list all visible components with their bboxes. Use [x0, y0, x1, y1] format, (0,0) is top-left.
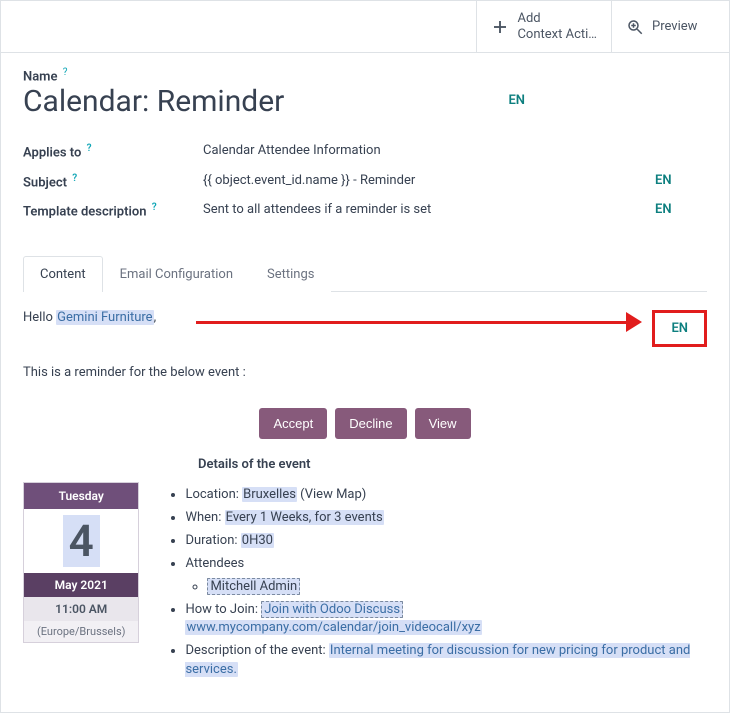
- preview-button[interactable]: Preview: [611, 1, 729, 52]
- event-details-list: Location: Bruxelles (View Map) When: Eve…: [167, 482, 707, 684]
- subject-value[interactable]: {{ object.event_id.name }} - Reminder: [203, 167, 647, 196]
- join-url[interactable]: www.mycompany.com/calendar/join_videocal…: [185, 620, 481, 635]
- reminder-text: This is a reminder for the below event :: [23, 365, 707, 380]
- subject-label: Subject: [23, 175, 67, 190]
- help-icon[interactable]: ?: [63, 67, 68, 78]
- annotation-arrow: [196, 310, 642, 336]
- add-context-action-button[interactable]: Add Context Acti…: [476, 1, 611, 52]
- tab-content[interactable]: Content: [23, 256, 103, 292]
- translate-body-button[interactable]: EN: [671, 321, 688, 336]
- details-of-event-heading: Details of the event: [198, 457, 707, 472]
- calendar-timezone: (Europe/Brussels): [24, 621, 138, 642]
- calendar-month-year: May 2021: [24, 573, 138, 597]
- tab-email-config[interactable]: Email Configuration: [103, 256, 250, 292]
- translate-desc-button[interactable]: EN: [647, 198, 680, 221]
- calendar-card: Tuesday 4 May 2021 11:00 AM (Europe/Brus…: [23, 482, 139, 643]
- template-desc-label: Template description: [23, 204, 146, 219]
- top-action-bar: Add Context Acti… Preview: [1, 1, 729, 53]
- view-button[interactable]: View: [415, 408, 471, 439]
- accept-button[interactable]: Accept: [259, 408, 327, 439]
- template-body-editor[interactable]: Hello Gemini Furniture, EN This is a rem…: [23, 292, 707, 684]
- preview-label: Preview: [652, 19, 697, 35]
- event-attendee: Mitchell Admin: [207, 578, 707, 597]
- event-description: Description of the event: Internal meeti…: [185, 642, 707, 680]
- translate-body-highlight: EN: [652, 310, 707, 347]
- fields-table: Applies to ? Calendar Attendee Informati…: [23, 137, 707, 225]
- event-duration: Duration: 0H30: [185, 532, 707, 551]
- add-context-action-label: Add Context Acti…: [517, 11, 597, 42]
- template-desc-value[interactable]: Sent to all attendees if a reminder is s…: [203, 196, 647, 225]
- calendar-day-of-week: Tuesday: [24, 483, 138, 509]
- help-icon[interactable]: ?: [87, 143, 92, 154]
- event-when: When: Every 1 Weeks, for 3 events: [185, 509, 707, 528]
- hello-suffix: ,: [154, 310, 157, 325]
- event-attendees: Attendees Mitchell Admin: [185, 555, 707, 597]
- calendar-day-of-month: 4: [24, 509, 138, 573]
- hello-prefix: Hello: [23, 310, 56, 325]
- template-name[interactable]: Calendar: Reminder: [23, 84, 284, 119]
- event-how-to-join: How to Join: Join with Odoo Discuss www.…: [185, 601, 707, 639]
- translate-name-button[interactable]: EN: [500, 89, 533, 112]
- applies-to-value[interactable]: Calendar Attendee Information: [203, 137, 647, 166]
- hello-recipient: Gemini Furniture: [56, 310, 153, 325]
- calendar-time: 11:00 AM: [24, 597, 138, 621]
- spacer: [1, 1, 476, 52]
- help-icon[interactable]: ?: [152, 202, 157, 213]
- tabs: Content Email Configuration Settings: [23, 255, 707, 292]
- help-icon[interactable]: ?: [72, 173, 77, 184]
- translate-subject-button[interactable]: EN: [647, 169, 680, 192]
- name-field-label: Name: [23, 69, 57, 84]
- plus-icon: [491, 18, 509, 36]
- applies-to-label: Applies to: [23, 146, 81, 161]
- preview-icon: [626, 18, 644, 36]
- event-location: Location: Bruxelles (View Map): [185, 486, 707, 505]
- decline-button[interactable]: Decline: [335, 408, 406, 439]
- tab-settings[interactable]: Settings: [250, 256, 331, 292]
